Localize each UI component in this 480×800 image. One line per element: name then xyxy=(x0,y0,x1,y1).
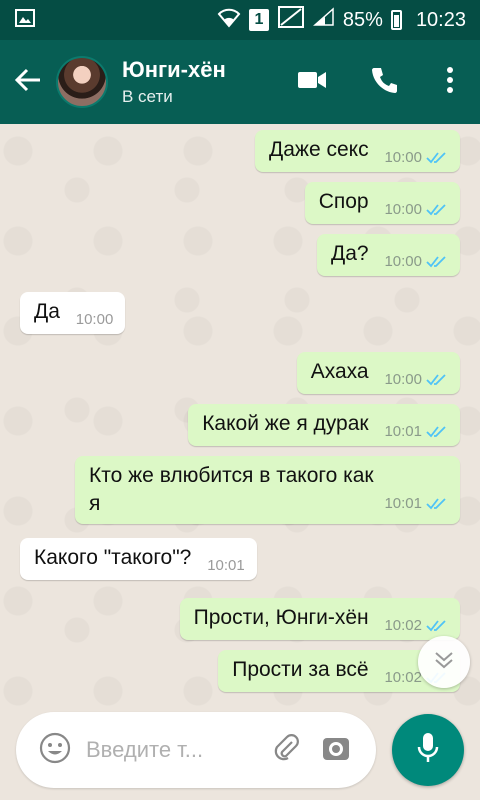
message-text: Спор xyxy=(318,190,369,213)
message-time: 10:02 xyxy=(384,669,422,686)
message-time: 10:02 xyxy=(384,617,422,634)
mic-button[interactable] xyxy=(392,714,464,786)
message-text: Даже секс xyxy=(269,138,369,161)
composer xyxy=(0,710,480,800)
video-call-button[interactable] xyxy=(276,40,348,124)
message-text: Прости, Юнги-хён xyxy=(193,606,369,629)
wifi-icon xyxy=(217,6,241,34)
battery-percent: 85% xyxy=(342,8,383,31)
message-time: 10:00 xyxy=(384,371,422,388)
message-incoming[interactable]: Да 10:00 xyxy=(20,292,126,334)
scroll-down-button[interactable] xyxy=(418,636,470,688)
double-check-icon xyxy=(426,152,446,164)
message-list[interactable]: Даже секс 10:00 Спор 10:00 Да? 10:00 Да … xyxy=(0,124,480,710)
message-input-container xyxy=(16,712,376,788)
message-time: 10:00 xyxy=(384,149,422,166)
gallery-icon xyxy=(14,7,36,34)
contact-status: В сети xyxy=(122,87,173,106)
camera-icon xyxy=(321,734,351,767)
message-outgoing[interactable]: Прости, Юнги-хён 10:02 xyxy=(179,598,460,640)
double-check-icon xyxy=(426,620,446,632)
message-outgoing[interactable]: Да? 10:00 xyxy=(317,234,460,276)
video-call-icon xyxy=(297,69,327,96)
message-outgoing[interactable]: Кто же влюбится в такого как я 10:01 xyxy=(75,456,460,524)
signal-icon xyxy=(312,7,335,33)
message-outgoing[interactable]: Ахаха 10:00 xyxy=(296,352,460,394)
message-time: 10:01 xyxy=(384,423,422,440)
message-text: Какого "такого"? xyxy=(34,546,192,569)
emoji-icon xyxy=(39,732,71,769)
voice-call-button[interactable] xyxy=(348,40,420,124)
contact-info[interactable]: Юнги-хён В сети xyxy=(122,57,276,107)
camera-button[interactable] xyxy=(318,732,354,768)
scroll-down-icon xyxy=(433,650,455,675)
back-button[interactable] xyxy=(0,40,56,124)
double-check-icon xyxy=(426,426,446,438)
message-time: 10:00 xyxy=(384,201,422,218)
more-vert-icon xyxy=(446,66,454,99)
message-text: Какой же я дурак xyxy=(202,412,369,435)
more-options-button[interactable] xyxy=(420,40,480,124)
clock: 10:23 xyxy=(415,8,466,31)
sim-badge: 1 xyxy=(248,9,269,31)
message-outgoing[interactable]: Какой же я дурак 10:01 xyxy=(188,404,460,446)
double-check-icon xyxy=(426,256,446,268)
battery-icon xyxy=(390,10,402,30)
message-time: 10:01 xyxy=(207,557,245,574)
message-text: Да? xyxy=(331,242,369,265)
mic-icon xyxy=(416,731,440,770)
double-check-icon xyxy=(426,204,446,216)
back-arrow-icon xyxy=(14,66,42,99)
double-check-icon xyxy=(426,498,446,510)
double-check-icon xyxy=(426,374,446,386)
message-outgoing[interactable]: Даже секс 10:00 xyxy=(255,130,460,172)
message-text: Да xyxy=(34,300,60,323)
message-text: Прости за всё xyxy=(232,658,369,681)
avatar[interactable] xyxy=(56,56,108,108)
no-signal-icon xyxy=(277,5,305,35)
contact-name: Юнги-хён xyxy=(122,57,226,82)
attach-button[interactable] xyxy=(268,732,304,768)
message-text: Ахаха xyxy=(310,360,369,383)
message-time: 10:00 xyxy=(75,311,114,328)
message-incoming[interactable]: Какого "такого"? 10:01 xyxy=(20,538,257,580)
emoji-button[interactable] xyxy=(36,731,74,769)
status-bar: 1 85% 10:23 xyxy=(0,0,480,40)
message-input[interactable] xyxy=(86,737,246,763)
chat-header: Юнги-хён В сети xyxy=(0,40,480,124)
attach-icon xyxy=(272,733,300,767)
message-time: 10:00 xyxy=(384,253,422,270)
message-time: 10:01 xyxy=(384,495,422,512)
message-text: Кто же влюбится в такого как я xyxy=(89,464,374,515)
message-outgoing[interactable]: Спор 10:00 xyxy=(304,182,460,224)
phone-call-icon xyxy=(370,66,398,99)
